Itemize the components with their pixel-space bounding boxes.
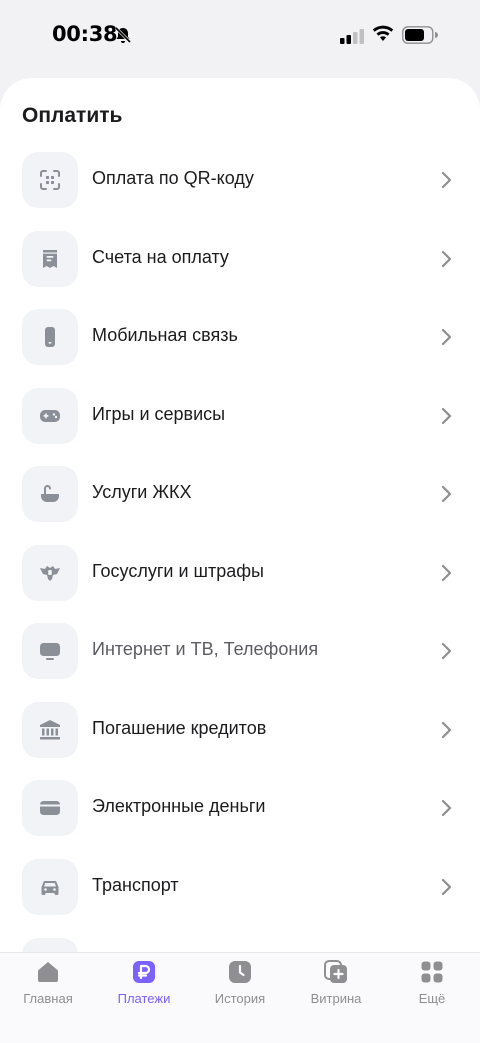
chevron-right-icon bbox=[441, 642, 452, 660]
bell-muted-icon bbox=[114, 26, 132, 44]
chevron-right-icon bbox=[441, 250, 452, 267]
ruble-icon bbox=[133, 961, 155, 983]
menu-item-gov-services[interactable]: Госуслуги и штрафы bbox=[0, 541, 480, 620]
menu-item-qr-payment[interactable]: Оплата по QR-коду bbox=[0, 148, 480, 227]
chevron-right-icon bbox=[441, 485, 452, 503]
chevron-right-icon bbox=[441, 407, 452, 424]
tab-history[interactable]: История bbox=[192, 959, 288, 1019]
menu-item-mobile[interactable]: Мобильная связь bbox=[0, 305, 480, 384]
tab-label: Ещё bbox=[418, 991, 446, 1006]
menu-item-label: Электронные деньги bbox=[92, 796, 266, 816]
receipt-icon bbox=[43, 249, 57, 268]
menu-item-label: Игры и сервисы bbox=[92, 403, 226, 424]
menu-item-label: Мобильная связь bbox=[92, 325, 238, 345]
tab-more[interactable]: Ещё bbox=[384, 959, 480, 1019]
chevron-right-icon bbox=[441, 799, 452, 817]
chevron-right-icon bbox=[441, 171, 452, 189]
tab-label: Платежи bbox=[117, 991, 171, 1006]
chevron-right-icon bbox=[441, 878, 452, 895]
menu-item-label: Интернет и ТВ, Телефония bbox=[92, 639, 319, 659]
tab-label: История bbox=[214, 991, 266, 1006]
tab-showcase[interactable]: Витрина bbox=[288, 959, 384, 1019]
car-icon bbox=[41, 880, 59, 895]
status-time: 00:38 bbox=[52, 22, 118, 46]
menu-item-label: Счета на оплату bbox=[92, 246, 229, 267]
menu-item-e-money[interactable]: Электронные деньги bbox=[0, 776, 480, 855]
grid-icon bbox=[421, 961, 443, 983]
menu-item-label: Госуслуги и штрафы bbox=[92, 560, 264, 581]
menu-item-games[interactable]: Игры и сервисы bbox=[0, 384, 480, 463]
menu-item-label: Погашение кредитов bbox=[92, 717, 267, 738]
bathtub-icon bbox=[41, 485, 59, 502]
page-title: Оплатить bbox=[22, 104, 123, 127]
tab-label: Витрина bbox=[310, 991, 362, 1006]
tv-icon bbox=[40, 643, 60, 660]
status-bar: 00:38 bbox=[0, 0, 480, 70]
chevron-right-icon bbox=[441, 564, 452, 581]
bank-icon bbox=[40, 719, 60, 739]
tab-payments[interactable]: Платежи bbox=[96, 959, 192, 1019]
coat-of-arms-icon bbox=[40, 565, 60, 581]
payments-sheet: Оплатить Оплата по QR-коду Счета на опла… bbox=[0, 78, 480, 1043]
tab-label: Главная bbox=[23, 991, 73, 1006]
menu-item-invoices[interactable]: Счета на оплату bbox=[0, 227, 480, 306]
payment-categories-list: Оплата по QR-коду Счета на оплату Мобиль… bbox=[0, 148, 480, 933]
bottom-tab-bar: Главная Платежи История Витрина Ещё bbox=[0, 952, 480, 1043]
qr-scan-icon bbox=[40, 170, 60, 190]
menu-item-loan-repayment[interactable]: Погашение кредитов bbox=[0, 698, 480, 777]
showcase-icon bbox=[324, 960, 347, 983]
clock-icon bbox=[229, 961, 251, 983]
menu-item-utilities[interactable]: Услуги ЖКХ bbox=[0, 462, 480, 541]
menu-item-transport[interactable]: Транспорт bbox=[0, 855, 480, 934]
wifi-icon bbox=[372, 25, 394, 41]
chevron-right-icon bbox=[441, 721, 452, 738]
wallet-icon bbox=[40, 801, 60, 815]
menu-item-internet-tv[interactable]: Интернет и ТВ, Телефония bbox=[0, 619, 480, 698]
home-icon bbox=[38, 962, 58, 982]
cellular-signal-icon bbox=[340, 29, 364, 44]
menu-item-label: Транспорт bbox=[92, 874, 179, 895]
battery-icon bbox=[402, 26, 438, 44]
menu-item-label: Услуги ЖКХ bbox=[92, 482, 192, 502]
mobile-phone-icon bbox=[45, 327, 55, 347]
tab-home[interactable]: Главная bbox=[0, 959, 96, 1019]
gamepad-icon bbox=[40, 409, 60, 422]
menu-item-label: Оплата по QR-коду bbox=[92, 168, 254, 188]
chevron-right-icon bbox=[441, 328, 452, 346]
